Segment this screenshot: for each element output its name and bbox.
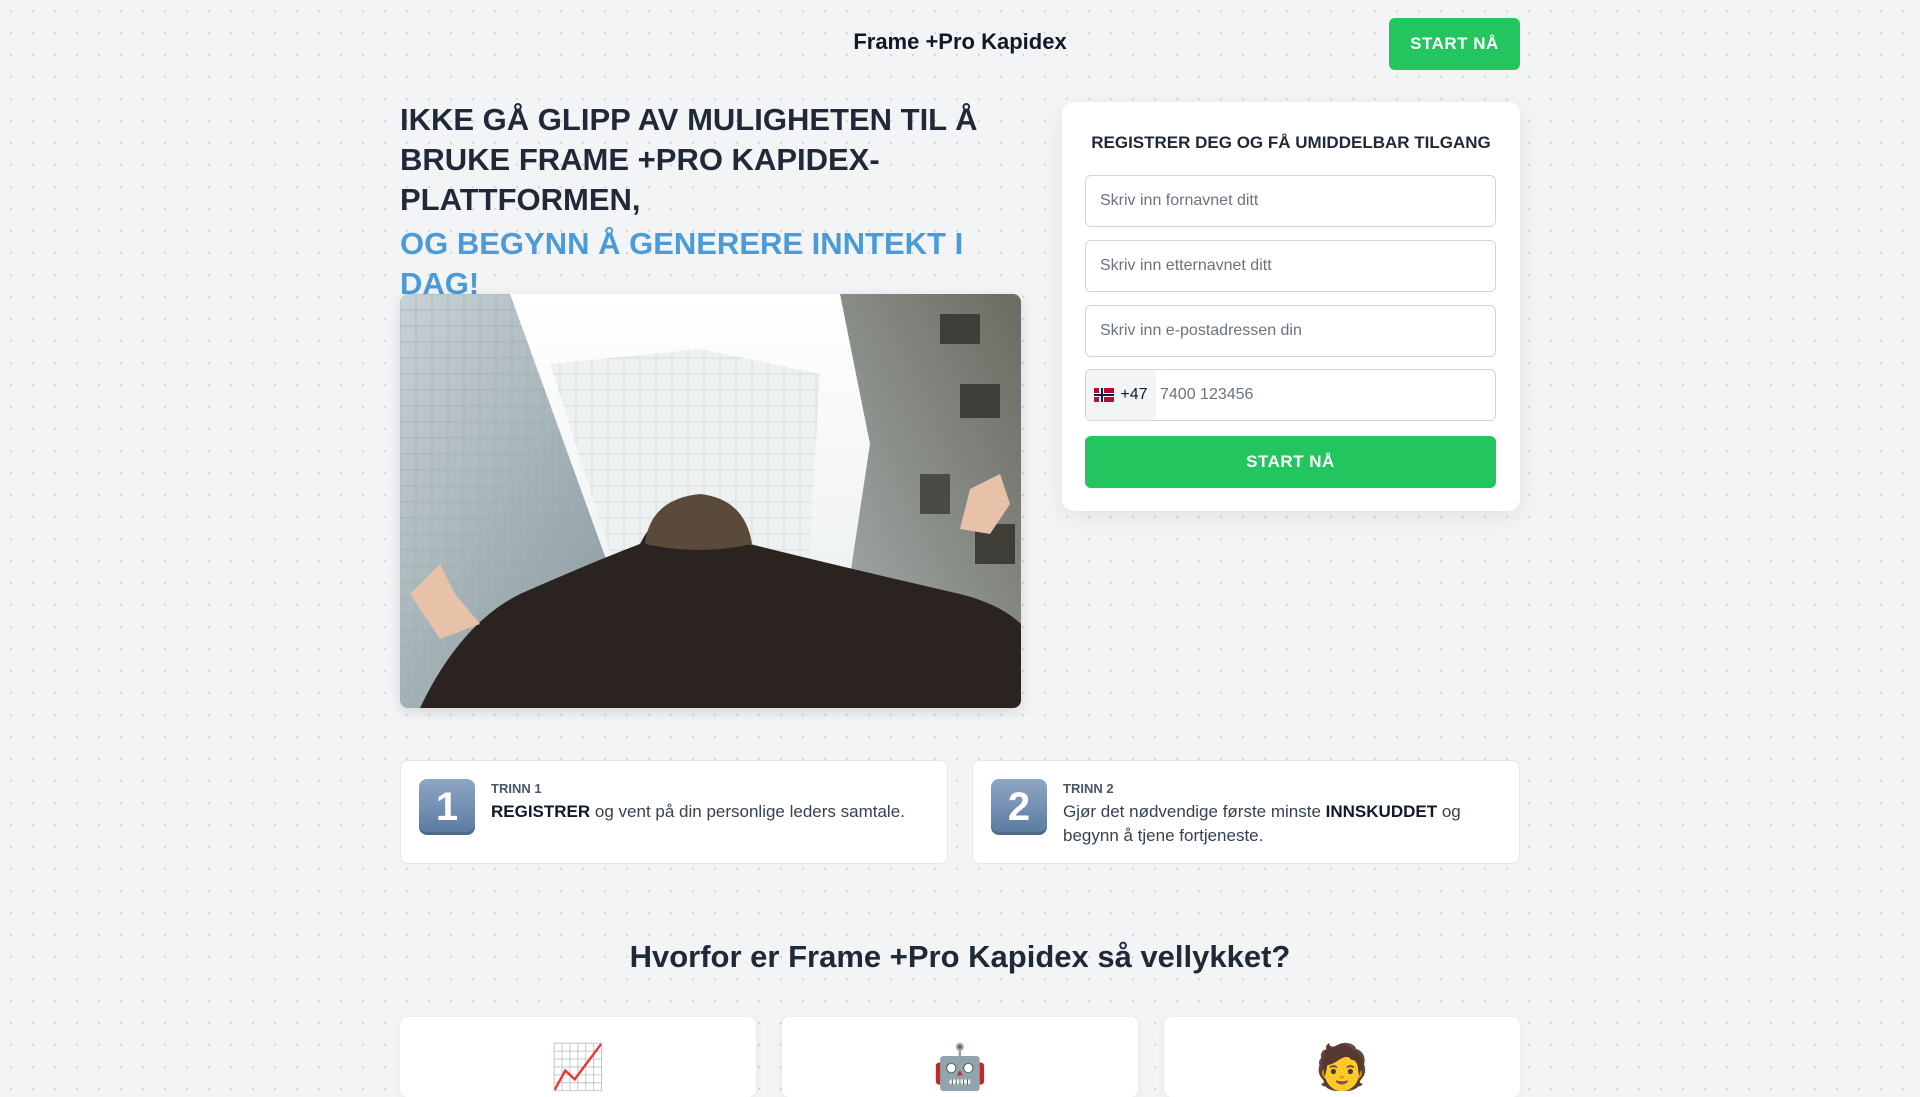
form-submit-button[interactable]: START NÅ xyxy=(1085,436,1496,488)
country-code: +47 xyxy=(1120,386,1148,403)
feature-card-1: 📈 xyxy=(400,1017,756,1097)
person-icon: 🧑 xyxy=(1314,1043,1370,1092)
step-text: REGISTRER og vent på din personlige lede… xyxy=(491,800,927,824)
step-label: TRINN 2 xyxy=(1063,781,1114,796)
feature-card-2: 🤖 xyxy=(782,1017,1138,1097)
hero-image xyxy=(400,294,1021,708)
step-text: Gjør det nødvendige første minste INNSKU… xyxy=(1063,800,1499,848)
first-name-input[interactable] xyxy=(1085,175,1496,227)
step-description: og vent på din personlige leders samtale… xyxy=(590,802,905,821)
hero-headline-main: IKKE GÅ GLIPP AV MULIGHETEN TIL Å BRUKE … xyxy=(400,102,978,217)
phone-input[interactable] xyxy=(1156,370,1495,420)
chart-increasing-icon: 📈 xyxy=(550,1043,606,1092)
email-input[interactable] xyxy=(1085,305,1496,357)
hero-headline-accent: OG BEGYNN Å GENERERE INNTEKT I DAG! xyxy=(400,226,964,301)
step-bold: REGISTRER xyxy=(491,802,591,821)
last-name-input[interactable] xyxy=(1085,240,1496,292)
registration-form: REGISTRER DEG OG FÅ UMIDDELBAR TILGANG +… xyxy=(1062,102,1520,511)
form-title: REGISTRER DEG OG FÅ UMIDDELBAR TILGANG xyxy=(1091,133,1491,152)
keycap-one-icon: 1 xyxy=(419,779,475,835)
step-bold: INNSKUDDET xyxy=(1325,802,1438,821)
step-card-2: 2 TRINN 2 Gjør det nødvendige første min… xyxy=(972,760,1520,864)
country-code-selector[interactable]: +47 xyxy=(1086,370,1156,420)
keycap-two-icon: 2 xyxy=(991,779,1047,835)
step-description-before: Gjør det nødvendige første minste xyxy=(1063,802,1326,821)
step-label: TRINN 1 xyxy=(491,781,542,796)
robot-icon: 🤖 xyxy=(932,1043,988,1092)
hero-headline: IKKE GÅ GLIPP AV MULIGHETEN TIL Å BRUKE … xyxy=(400,100,1040,304)
phone-field: +47 xyxy=(1085,369,1496,421)
step-card-1: 1 TRINN 1 REGISTRER og vent på din perso… xyxy=(400,760,948,864)
why-section-title: Hvorfor er Frame +Pro Kapidex så vellykk… xyxy=(629,939,1291,974)
header-start-button[interactable]: START NÅ xyxy=(1389,18,1520,70)
feature-card-3: 🧑 xyxy=(1164,1017,1520,1097)
header-title: Frame +Pro Kapidex xyxy=(853,29,1067,54)
norway-flag-icon xyxy=(1094,388,1115,402)
